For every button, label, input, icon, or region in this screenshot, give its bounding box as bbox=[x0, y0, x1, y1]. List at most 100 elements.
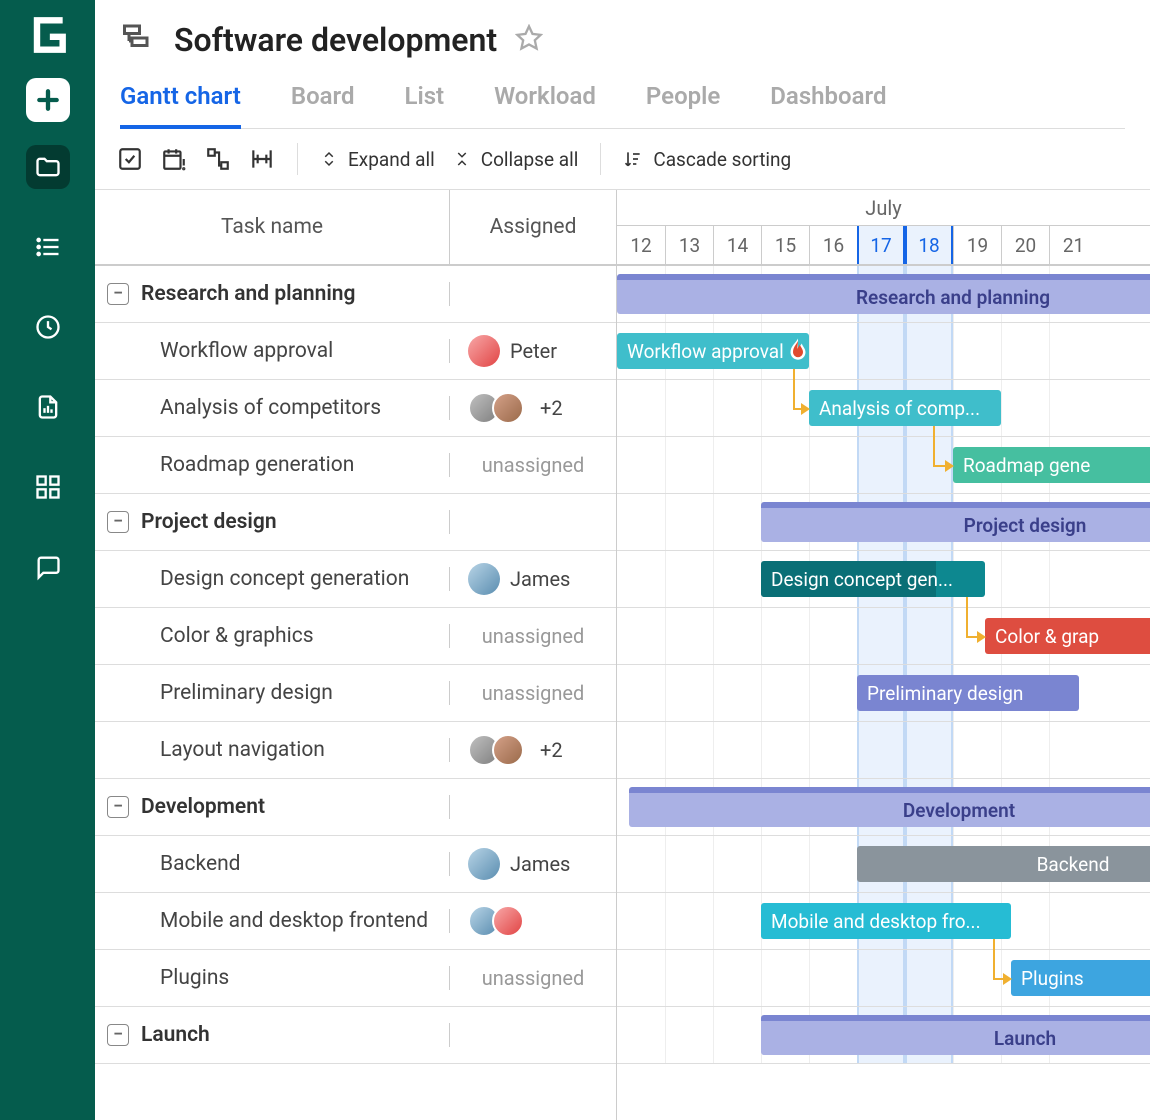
day-18: 18 bbox=[905, 226, 953, 264]
task-bar[interactable]: Color & grap bbox=[985, 618, 1150, 654]
day-13: 13 bbox=[665, 226, 713, 264]
task-label: Layout navigation bbox=[160, 738, 325, 762]
task-row[interactable]: Roadmap generationunassigned bbox=[95, 437, 616, 494]
column-assigned[interactable]: Assigned bbox=[450, 190, 616, 264]
collapse-button[interactable]: − bbox=[107, 796, 129, 818]
task-row[interactable]: Backend James bbox=[95, 836, 616, 893]
task-label: Backend bbox=[160, 852, 241, 876]
task-row[interactable]: −Research and planning bbox=[95, 266, 616, 323]
task-row[interactable]: −Launch bbox=[95, 1007, 616, 1064]
fire-icon bbox=[783, 336, 809, 366]
day-12: 12 bbox=[617, 226, 665, 264]
assigned-cell[interactable]: James bbox=[450, 563, 616, 595]
assigned-cell[interactable]: unassigned bbox=[450, 966, 616, 990]
hierarchy-icon[interactable] bbox=[205, 146, 231, 172]
nav-folder[interactable] bbox=[26, 145, 70, 189]
day-17: 17 bbox=[857, 226, 905, 264]
column-task-name[interactable]: Task name bbox=[95, 190, 450, 264]
nav-reports[interactable] bbox=[26, 385, 70, 429]
task-label: Plugins bbox=[160, 966, 229, 990]
timeline-row: Plugins bbox=[617, 950, 1150, 1007]
collapse-all-button[interactable]: Collapse all bbox=[453, 148, 579, 171]
bar-label: Research and planning bbox=[856, 286, 1050, 309]
tab-list[interactable]: List bbox=[404, 82, 444, 128]
task-row[interactable]: Preliminary designunassigned bbox=[95, 665, 616, 722]
tab-gantt-chart[interactable]: Gantt chart bbox=[120, 82, 241, 128]
day-20: 20 bbox=[1001, 226, 1049, 264]
group-bar[interactable]: Project design bbox=[761, 502, 1150, 542]
group-bar[interactable]: Development bbox=[629, 787, 1150, 827]
task-label: Research and planning bbox=[141, 282, 355, 306]
day-15: 15 bbox=[761, 226, 809, 264]
task-label: Development bbox=[141, 795, 265, 819]
assigned-cell[interactable]: unassigned bbox=[450, 453, 616, 477]
task-bar[interactable]: Plugins bbox=[1011, 960, 1150, 996]
baseline-icon[interactable] bbox=[249, 146, 275, 172]
tab-board[interactable]: Board bbox=[291, 82, 355, 128]
timeline-header: July 12131415161718192021 bbox=[617, 190, 1150, 266]
tab-dashboard[interactable]: Dashboard bbox=[770, 82, 886, 128]
collapse-button[interactable]: − bbox=[107, 511, 129, 533]
cascade-sorting-label: Cascade sorting bbox=[653, 148, 791, 171]
star-icon[interactable] bbox=[515, 24, 543, 56]
task-row[interactable]: −Development bbox=[95, 779, 616, 836]
task-row[interactable]: −Project design bbox=[95, 494, 616, 551]
expand-all-label: Expand all bbox=[348, 148, 435, 171]
nav-clock[interactable] bbox=[26, 305, 70, 349]
bar-label: Plugins bbox=[1021, 967, 1084, 990]
task-label: Project design bbox=[141, 510, 277, 534]
nav-chat[interactable] bbox=[26, 545, 70, 589]
expand-all-button[interactable]: Expand all bbox=[320, 148, 435, 171]
task-bar[interactable]: Workflow approval bbox=[617, 333, 809, 369]
task-row[interactable]: Analysis of competitors+2 bbox=[95, 380, 616, 437]
task-bar[interactable]: Backend bbox=[857, 846, 1150, 882]
assigned-cell[interactable] bbox=[450, 905, 616, 937]
toolbar: Expand all Collapse all Cascade sorting bbox=[95, 129, 1150, 190]
task-row[interactable]: Color & graphics unassigned bbox=[95, 608, 616, 665]
task-label: Workflow approval bbox=[160, 339, 333, 363]
task-row[interactable]: Design concept generationJames bbox=[95, 551, 616, 608]
assigned-cell[interactable]: unassigned bbox=[450, 624, 616, 648]
collapse-button[interactable]: − bbox=[107, 1024, 129, 1046]
timeline-row: Mobile and desktop fro... bbox=[617, 893, 1150, 950]
group-bar[interactable]: Launch bbox=[761, 1015, 1150, 1055]
collapse-button[interactable]: − bbox=[107, 283, 129, 305]
group-bar[interactable]: Research and planning bbox=[617, 274, 1150, 314]
day-16: 16 bbox=[809, 226, 857, 264]
assigned-cell[interactable]: +2 bbox=[450, 734, 616, 766]
task-row[interactable]: Layout navigation +2 bbox=[95, 722, 616, 779]
collapse-all-label: Collapse all bbox=[481, 148, 579, 171]
task-bar[interactable]: Preliminary design bbox=[857, 675, 1079, 711]
assigned-cell[interactable]: James bbox=[450, 848, 616, 880]
app-logo bbox=[23, 10, 73, 60]
project-title: Software development bbox=[174, 21, 497, 59]
cascade-sorting-button[interactable]: Cascade sorting bbox=[623, 148, 791, 171]
tab-workload[interactable]: Workload bbox=[494, 82, 596, 128]
bar-label: Development bbox=[903, 799, 1015, 822]
nav-apps[interactable] bbox=[26, 465, 70, 509]
bar-label: Roadmap gene bbox=[963, 454, 1090, 477]
check-icon[interactable] bbox=[117, 146, 143, 172]
day-21: 21 bbox=[1049, 226, 1097, 264]
assigned-cell[interactable]: +2 bbox=[450, 392, 616, 424]
assigned-cell[interactable]: unassigned bbox=[450, 681, 616, 705]
assignee-name: James bbox=[510, 567, 570, 591]
bar-label: Workflow approval bbox=[627, 340, 784, 363]
task-bar[interactable]: Roadmap gene bbox=[953, 447, 1150, 483]
bar-label: Launch bbox=[994, 1027, 1056, 1050]
nav-list[interactable] bbox=[26, 225, 70, 269]
task-row[interactable]: Mobile and desktop frontend bbox=[95, 893, 616, 950]
task-bar[interactable]: Analysis of comp... bbox=[809, 390, 1001, 426]
task-row[interactable]: Plugins unassigned bbox=[95, 950, 616, 1007]
day-19: 19 bbox=[953, 226, 1001, 264]
task-bar[interactable]: Mobile and desktop fro... bbox=[761, 903, 1011, 939]
task-bar[interactable]: Design concept gen... bbox=[761, 561, 985, 597]
task-label: Mobile and desktop frontend bbox=[160, 909, 428, 933]
timeline-row: Research and planning bbox=[617, 266, 1150, 323]
task-row[interactable]: Workflow approval Peter bbox=[95, 323, 616, 380]
tab-people[interactable]: People bbox=[646, 82, 720, 128]
task-label: Color & graphics bbox=[160, 624, 314, 648]
assigned-cell[interactable]: Peter bbox=[450, 335, 616, 367]
add-button[interactable] bbox=[26, 78, 70, 122]
calendar-alert-icon[interactable] bbox=[161, 146, 187, 172]
